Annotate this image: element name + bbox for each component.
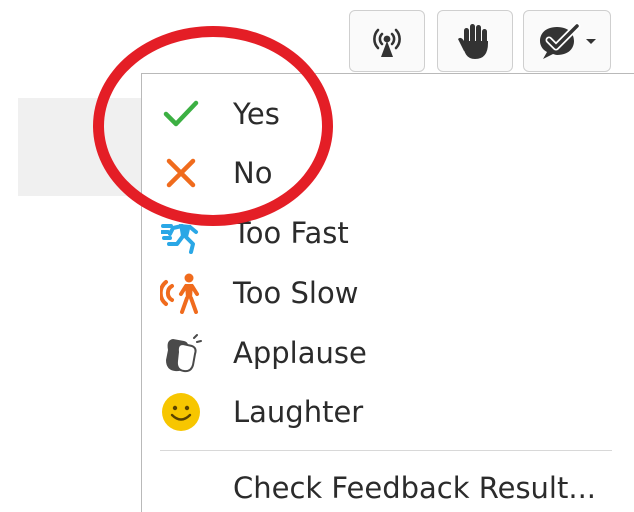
feedback-menu: Yes No Too Fast Too Slow Applause Laught… (141, 73, 634, 512)
background-panel (18, 98, 158, 196)
feedback-dropdown-button[interactable] (523, 10, 611, 72)
menu-item-no[interactable]: No (142, 144, 622, 202)
cross-icon (156, 148, 206, 198)
check-feedback-result-item[interactable]: Check Feedback Result... (142, 459, 622, 512)
broadcast-button[interactable] (349, 10, 425, 72)
raise-hand-button[interactable] (437, 10, 513, 72)
clapping-hands-icon (156, 328, 206, 378)
menu-item-too-fast[interactable]: Too Fast (142, 204, 622, 262)
raised-hand-icon (458, 24, 488, 59)
broadcast-icon (373, 28, 401, 57)
chevron-down-icon (586, 39, 596, 44)
menu-item-label: Applause (233, 335, 367, 370)
check-icon (156, 89, 206, 139)
menu-item-applause[interactable]: Applause (142, 324, 622, 382)
menu-item-yes[interactable]: Yes (142, 85, 622, 143)
menu-separator (160, 450, 612, 451)
screen: Yes No Too Fast Too Slow Applause Laught… (0, 0, 634, 512)
feedback-check-bubble-icon (540, 22, 581, 59)
menu-item-too-slow[interactable]: Too Slow (142, 264, 622, 322)
smiley-face-icon (156, 387, 206, 437)
menu-item-label: Laughter (233, 394, 364, 429)
walking-person-icon (156, 268, 206, 318)
menu-item-laughter[interactable]: Laughter (142, 383, 622, 441)
menu-item-label: Too Slow (233, 275, 359, 310)
menu-item-label: No (233, 155, 273, 190)
running-person-icon (156, 208, 206, 258)
menu-item-label: Check Feedback Result... (233, 470, 597, 505)
menu-item-label: Too Fast (233, 215, 349, 250)
menu-item-label: Yes (233, 96, 280, 131)
